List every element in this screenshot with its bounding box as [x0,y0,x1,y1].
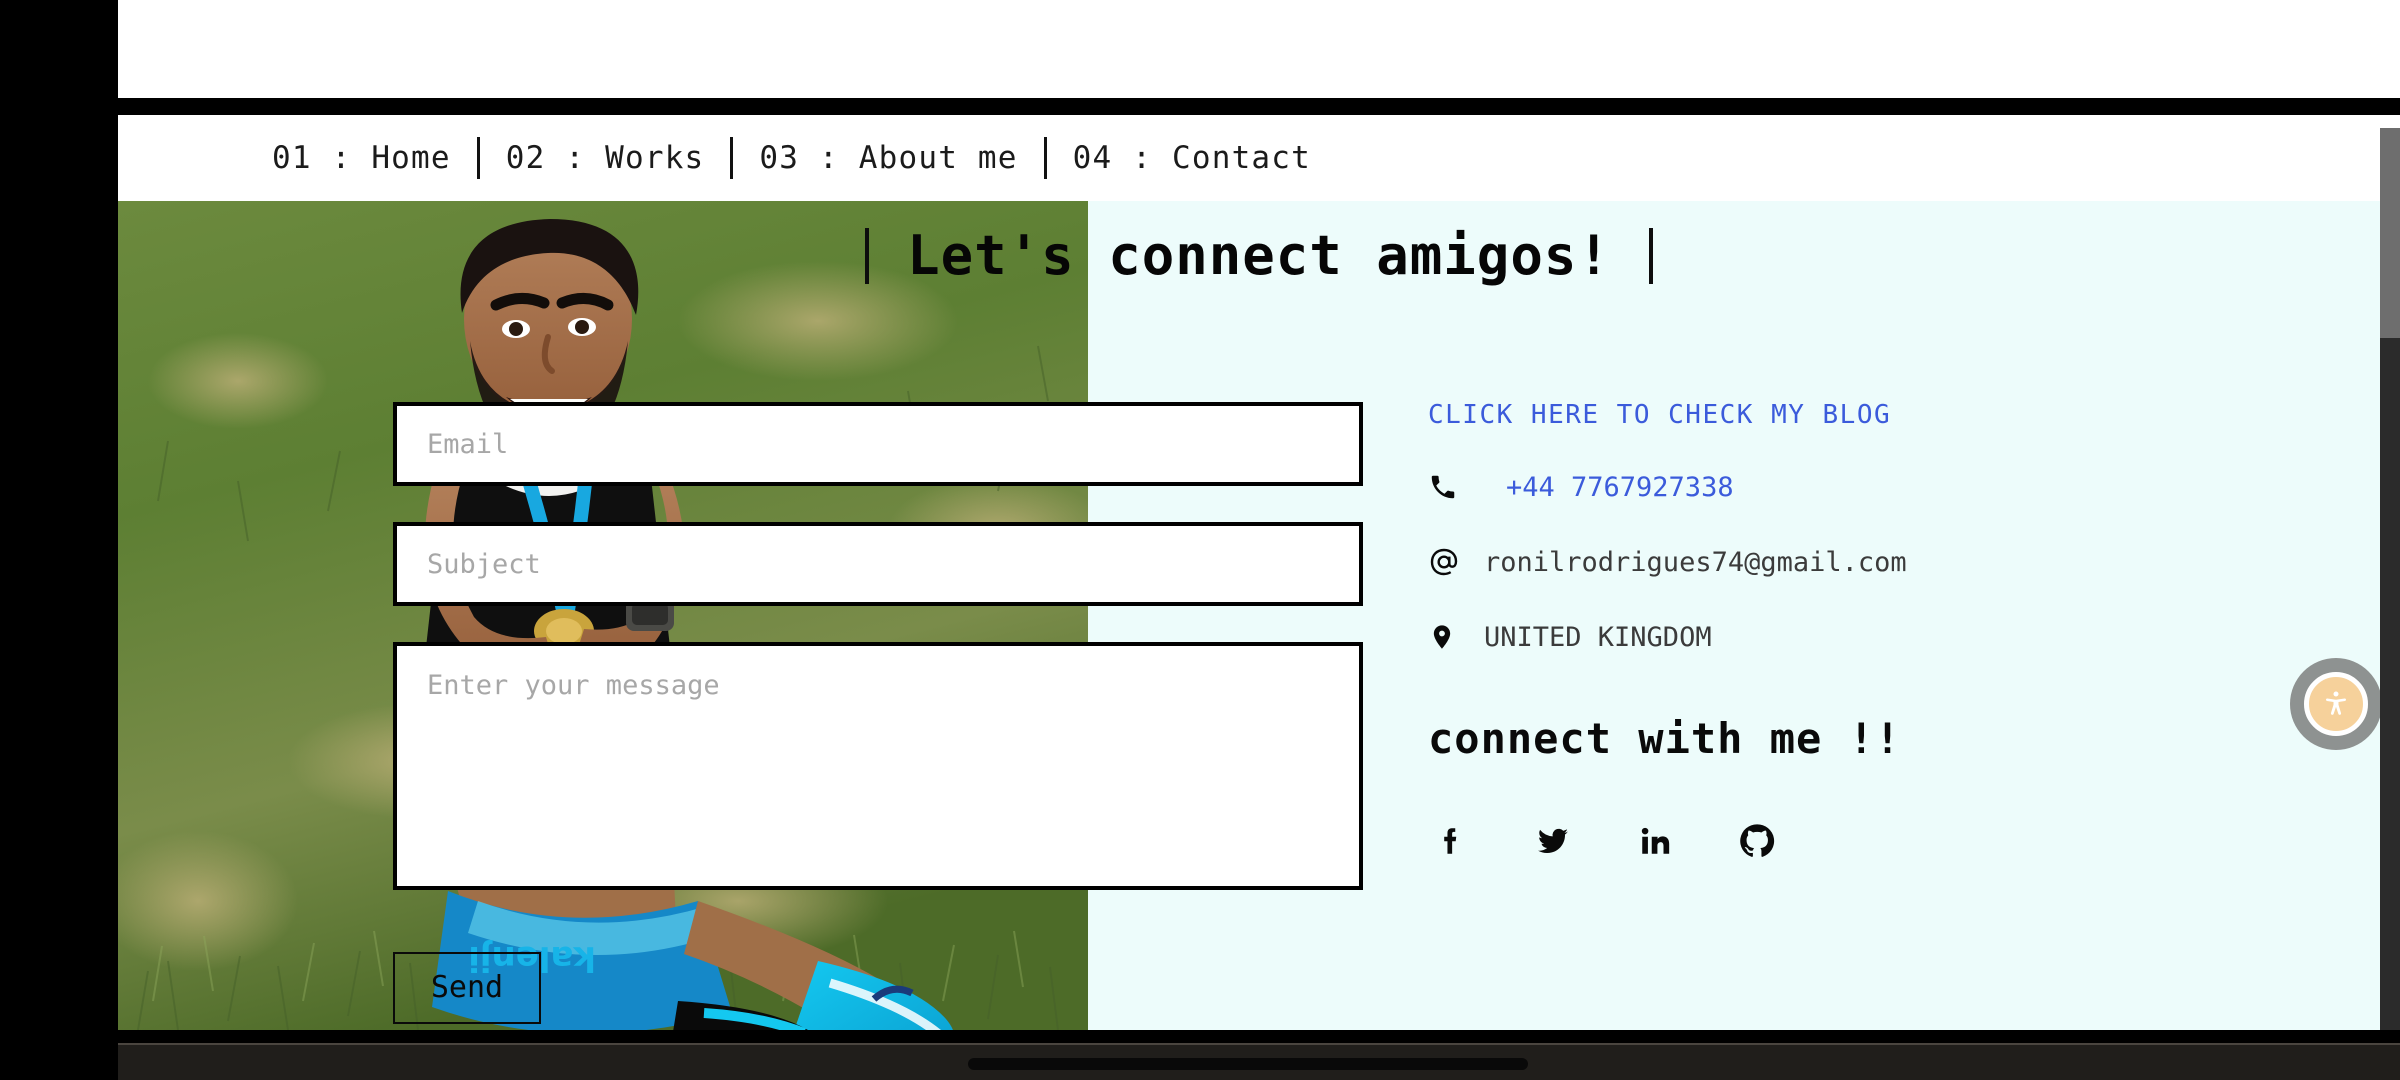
location-row: UNITED KINGDOM [1428,622,2248,652]
email-address: ronilrodrigues74@gmail.com [1484,546,1907,578]
nav-item-about-me[interactable]: 03 : About me [733,142,1043,174]
map-pin-icon [1428,622,1470,652]
message-field[interactable] [393,642,1363,890]
phone-row[interactable]: +44 7767927338 [1428,472,2248,502]
send-button[interactable]: Send [393,952,541,1024]
home-indicator[interactable] [967,1058,1528,1070]
left-black-rail [0,0,118,1080]
contact-info-column: CLICK HERE TO CHECK MY BLOG +44 77679273… [1428,402,2248,864]
os-bottom-bar [95,1043,2400,1080]
email-field[interactable] [393,402,1363,486]
accessibility-widget-button[interactable] [2290,658,2382,750]
email-row: ronilrodrigues74@gmail.com [1428,546,2248,578]
subject-field[interactable] [393,522,1363,606]
connect-heading: connect with me !! [1428,714,1902,763]
phone-number[interactable]: +44 7767927338 [1506,474,1734,501]
accessibility-icon [2304,672,2368,736]
contact-form: Send [393,402,1363,1024]
chrome-divider [0,98,2400,115]
page-viewport: 01 : Home 02 : Works 03 : About me 04 : … [118,115,2400,1030]
nav-item-contact[interactable]: 04 : Contact [1047,142,1337,174]
field-spacer [393,486,1363,522]
main-navigation: 01 : Home 02 : Works 03 : About me 04 : … [118,115,2400,201]
location-text: UNITED KINGDOM [1484,621,1712,653]
field-spacer [393,606,1363,642]
screen-root: 01 : Home 02 : Works 03 : About me 04 : … [0,0,2400,1080]
nav-item-works[interactable]: 02 : Works [480,142,731,174]
blog-link[interactable]: CLICK HERE TO CHECK MY BLOG [1428,402,1891,428]
nav-list: 01 : Home 02 : Works 03 : About me 04 : … [246,137,1337,179]
left-black-rail-top [0,0,95,98]
facebook-icon[interactable] [1428,818,1474,864]
nav-item-home[interactable]: 01 : Home [246,142,477,174]
linkedin-icon[interactable] [1632,818,1678,864]
bottom-black-divider [0,1030,2400,1043]
heading-bar-right [1648,228,1653,284]
at-sign-icon [1428,546,1470,578]
social-links [1428,818,2248,864]
vertical-scrollbar-thumb[interactable] [2380,128,2400,338]
browser-chrome-top [95,0,2400,98]
github-icon[interactable] [1734,818,1780,864]
phone-icon [1428,472,1470,502]
twitter-icon[interactable] [1530,818,1576,864]
